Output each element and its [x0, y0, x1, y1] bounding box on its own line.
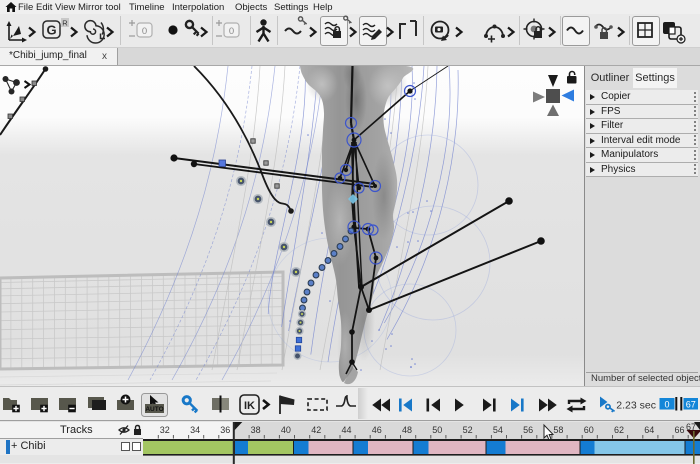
svg-text:50: 50 — [432, 425, 442, 435]
svg-text:58: 58 — [553, 425, 563, 435]
svg-text:60: 60 — [584, 425, 594, 435]
svg-text:AUTO: AUTO — [145, 406, 163, 413]
svg-text:0: 0 — [142, 26, 147, 37]
svg-text:34: 34 — [190, 425, 200, 435]
svg-text:64: 64 — [644, 425, 654, 435]
svg-text:0: 0 — [229, 26, 234, 37]
svg-text:42: 42 — [311, 425, 321, 435]
svg-text:38: 38 — [251, 425, 261, 435]
svg-text:2.23 sec: 2.23 sec — [616, 400, 656, 412]
svg-text:36: 36 — [220, 425, 230, 435]
svg-text:67: 67 — [686, 400, 696, 410]
svg-text:44: 44 — [342, 425, 352, 435]
svg-text:R: R — [62, 19, 68, 28]
svg-text:46: 46 — [372, 425, 382, 435]
svg-text:56: 56 — [523, 425, 533, 435]
svg-text:G: G — [46, 23, 56, 38]
svg-text:52: 52 — [463, 425, 473, 435]
svg-text:62: 62 — [614, 425, 624, 435]
svg-text:IK: IK — [244, 400, 255, 412]
svg-text:54: 54 — [493, 425, 503, 435]
svg-text:40: 40 — [281, 425, 291, 435]
svg-text:48: 48 — [402, 425, 412, 435]
svg-text:66: 66 — [675, 425, 685, 435]
svg-text:0: 0 — [664, 400, 669, 410]
svg-text:32: 32 — [160, 425, 170, 435]
